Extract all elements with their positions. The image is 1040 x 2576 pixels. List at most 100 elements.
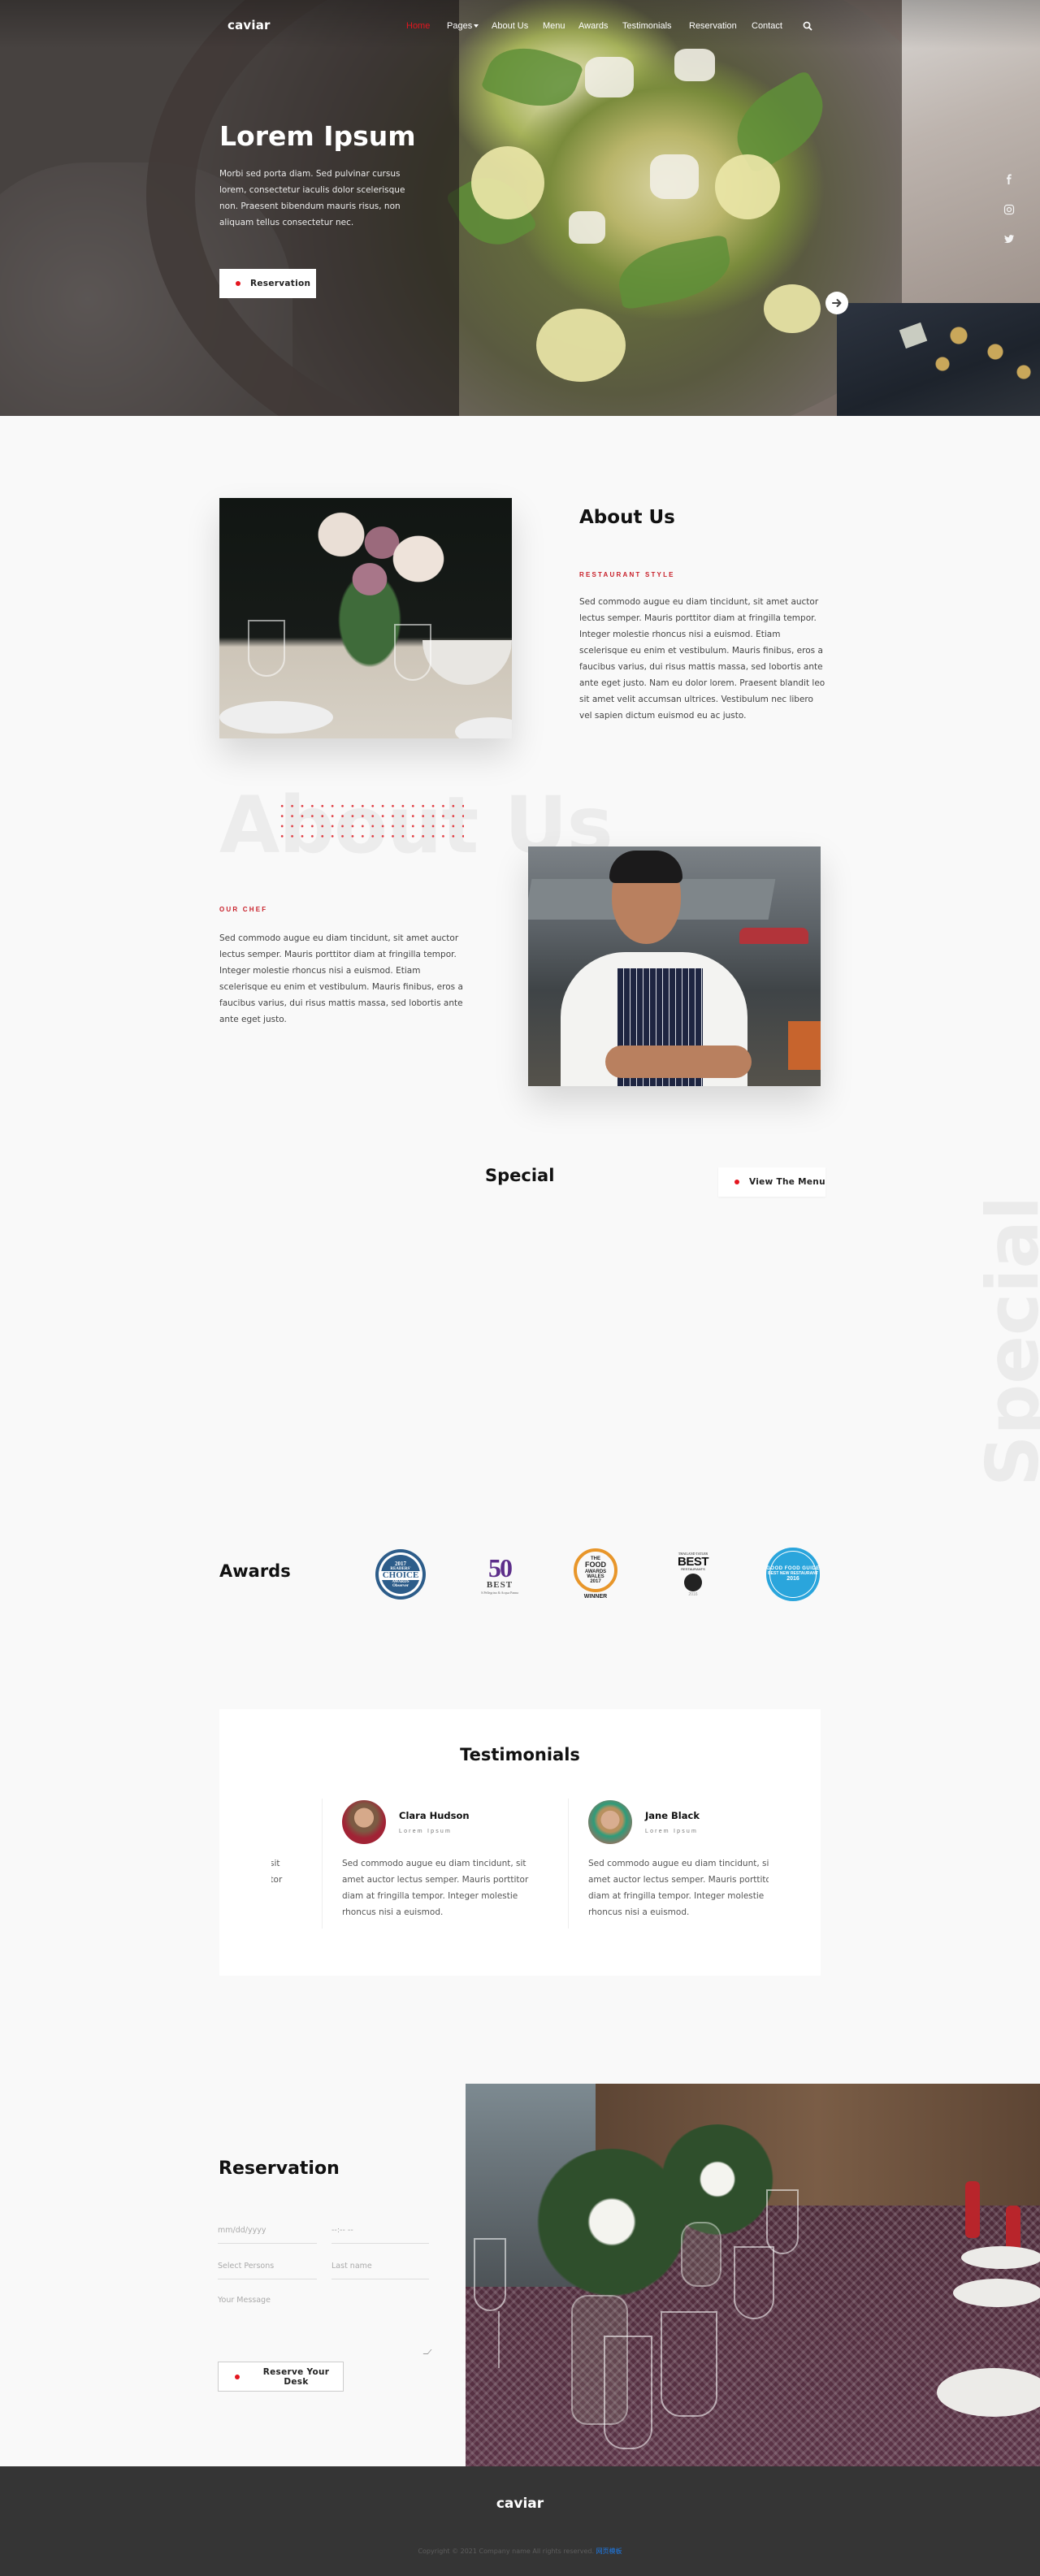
message-textarea[interactable] [218, 2296, 429, 2361]
tatler-best-badge-icon: THAILAND TATLER BEST RESTAURANTS 2016 [677, 1552, 709, 1597]
last-name-input[interactable] [332, 2262, 429, 2279]
chef-eyebrow: Our Chef [219, 906, 268, 913]
hero-description: Morbi sed porta diam. Sed pulvinar cursu… [219, 169, 405, 227]
hero-image-potato [471, 146, 544, 219]
testimonial-item: Jane Black Lorem Ipsum Sed commodo augue… [569, 1799, 769, 1929]
hero-reservation-button[interactable]: Reservation [219, 269, 316, 298]
navbar: caviar Home Pages About Us Menu Awards T… [0, 0, 1040, 54]
time-input[interactable] [332, 2226, 429, 2244]
award-year: 2017 [395, 1560, 406, 1567]
res-image-vase [681, 2222, 722, 2287]
testimonial-name: Jane Black [645, 1810, 700, 1821]
food-awards-badge-icon: THE FOOD AWARDS WALES 2017 WINNER [574, 1548, 618, 1600]
readers-choice-badge-icon: 2017 READERS' CHOICE AWARDS Observer [375, 1549, 426, 1600]
about-image-glass [248, 620, 285, 677]
search-icon[interactable] [803, 21, 812, 31]
nav-item-about-us[interactable]: About Us [492, 21, 528, 31]
award-word: BEST [677, 1554, 709, 1569]
red-dot-icon [734, 1180, 739, 1184]
hero-image-cheese [585, 57, 634, 97]
good-food-guide-badge-icon: GOOD FOOD GUIDE BEST NEW RESTAURANT 2016 [766, 1548, 820, 1601]
avatar [588, 1800, 632, 1844]
award-tatler-best: THAILAND TATLER BEST RESTAURANTS 2016 [666, 1548, 720, 1601]
persons-select[interactable] [218, 2262, 317, 2279]
hero-section [0, 0, 1040, 416]
fork-emblem-icon [683, 1573, 702, 1591]
testimonials-carousel[interactable]: Jonathan Johnson Lorem Ipsum Sed commodo… [271, 1799, 769, 1929]
footer-link[interactable]: 网页模板 [596, 2548, 622, 2555]
nav-item-menu[interactable]: Menu [543, 21, 566, 31]
hero-thumbnail-image[interactable] [837, 303, 1040, 416]
hero-image-potato [715, 154, 780, 219]
thumbnail-plate [899, 322, 928, 349]
res-image-glass [474, 2238, 506, 2311]
view-menu-button[interactable]: View The Menu [718, 1167, 826, 1197]
avatar [342, 1800, 386, 1844]
about-image-glass [394, 624, 431, 681]
award-line: FOOD [585, 1561, 606, 1569]
food-awards-ring: THE FOOD AWARDS WALES 2017 [574, 1548, 618, 1593]
res-image-glass [734, 2246, 774, 2319]
nav-item-pages[interactable]: Pages [447, 21, 479, 31]
arrow-right-icon [832, 299, 842, 307]
reservation-image [466, 2084, 1040, 2466]
hero-image-potato [536, 309, 626, 382]
about-image-plate [455, 717, 512, 738]
res-image-glass [661, 2311, 717, 2417]
hero-image-cheese [569, 211, 605, 244]
res-image-plate [961, 2246, 1040, 2269]
testimonials-section: Testimonials Jonathan Johnson Lorem Ipsu… [219, 1709, 821, 1976]
testimonial-text: Sed commodo augue eu diam tincidunt, sit… [271, 1859, 283, 1901]
chef-image-hair [609, 851, 682, 883]
instagram-icon[interactable] [1003, 204, 1015, 215]
res-image-plate [953, 2279, 1040, 2307]
logo[interactable]: caviar [228, 18, 271, 32]
award-year: 2016 [786, 1576, 800, 1582]
footer: caviar Copyright © 2021 Company name All… [0, 2466, 1040, 2576]
hero-image-cheese [674, 49, 715, 81]
background-word-special: Special [971, 1196, 1040, 1487]
view-menu-button-label: View The Menu [749, 1177, 826, 1187]
testimonials-track: Jonathan Johnson Lorem Ipsum Sed commodo… [271, 1799, 769, 1929]
testimonial-role: Lorem Ipsum [399, 1829, 453, 1834]
footer-logo[interactable]: caviar [0, 2496, 1040, 2512]
res-image-glass [604, 2336, 652, 2449]
hero-reservation-button-label: Reservation [250, 279, 311, 288]
award-50-best: 50 BEST S.Pellegrino & Acqua Panna [473, 1548, 526, 1601]
res-image-plate [937, 2368, 1040, 2417]
nav-item-awards[interactable]: Awards [578, 21, 608, 31]
dot-pattern [277, 801, 464, 843]
res-image-stem [498, 2311, 500, 2368]
testimonials-heading: Testimonials [460, 1745, 580, 1764]
nav-item-pages-label: Pages [447, 21, 473, 31]
award-good-food-guide: GOOD FOOD GUIDE BEST NEW RESTAURANT 2016 [766, 1548, 820, 1601]
chef-text: Sed commodo augue eu diam tincidunt, sit… [219, 933, 463, 1024]
twitter-icon[interactable] [1003, 233, 1015, 245]
awards-heading: Awards [219, 1561, 291, 1581]
award-food-awards-wales: THE FOOD AWARDS WALES 2017 WINNER [569, 1548, 622, 1601]
about-image [219, 498, 512, 738]
award-sub: RESTAURANTS [681, 1566, 705, 1571]
award-readers-choice: 2017 READERS' CHOICE AWARDS Observer [374, 1548, 427, 1601]
reserve-desk-button[interactable]: Reserve Your Desk [218, 2362, 344, 2392]
chef-image [528, 846, 821, 1086]
award-ribbon: WINNER [583, 1594, 608, 1600]
about-heading: About Us [579, 507, 675, 528]
testimonial-role: Lorem Ipsum [645, 1829, 699, 1834]
reservation-heading: Reservation [219, 2158, 340, 2179]
hero-next-button[interactable] [826, 292, 848, 314]
nav-item-contact[interactable]: Contact [752, 21, 782, 31]
fifty-best-badge-icon: 50 BEST S.Pellegrino & Acqua Panna [481, 1555, 518, 1595]
nav-item-testimonials[interactable]: Testimonials [622, 21, 672, 31]
date-input[interactable] [218, 2226, 317, 2244]
testimonial-text: Sed commodo augue eu diam tincidunt, sit… [588, 1859, 769, 1917]
award-sub: S.Pellegrino & Acqua Panna [481, 1590, 518, 1595]
nav-item-home[interactable]: Home [406, 21, 430, 31]
facebook-icon[interactable] [1003, 174, 1015, 185]
testimonial-text: Sed commodo augue eu diam tincidunt, sit… [342, 1859, 529, 1917]
nav-item-reservation[interactable]: Reservation [689, 21, 737, 31]
chef-image-cushion [788, 1021, 821, 1070]
chef-image-arms [605, 1046, 752, 1078]
about-image-bowl [422, 640, 512, 685]
hero-image-cheese [650, 154, 699, 199]
